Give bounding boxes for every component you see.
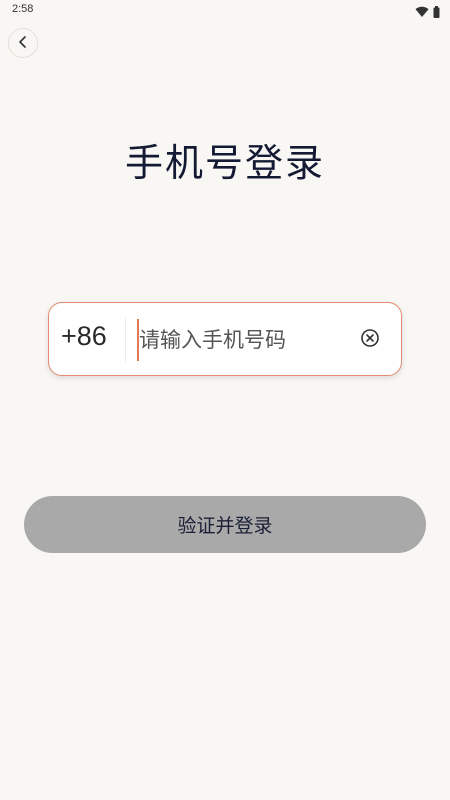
page-title: 手机号登录 <box>124 141 325 185</box>
verify-login-button[interactable]: 验证并登录 <box>24 496 426 553</box>
status-icons <box>415 3 440 22</box>
country-code-divider <box>125 318 126 362</box>
phone-number-input[interactable] <box>139 319 345 361</box>
chevron-left-icon <box>17 34 29 53</box>
country-code-selector[interactable]: +86 <box>61 321 107 352</box>
phone-input-box: +86 <box>48 302 402 376</box>
status-time: 2:58 <box>12 3 34 15</box>
wifi-icon <box>415 3 429 22</box>
clear-circle-icon <box>360 328 380 352</box>
status-bar: 2:58 <box>0 0 450 22</box>
back-button[interactable] <box>8 28 38 58</box>
clear-input-button[interactable] <box>359 329 381 351</box>
battery-icon <box>433 3 440 22</box>
